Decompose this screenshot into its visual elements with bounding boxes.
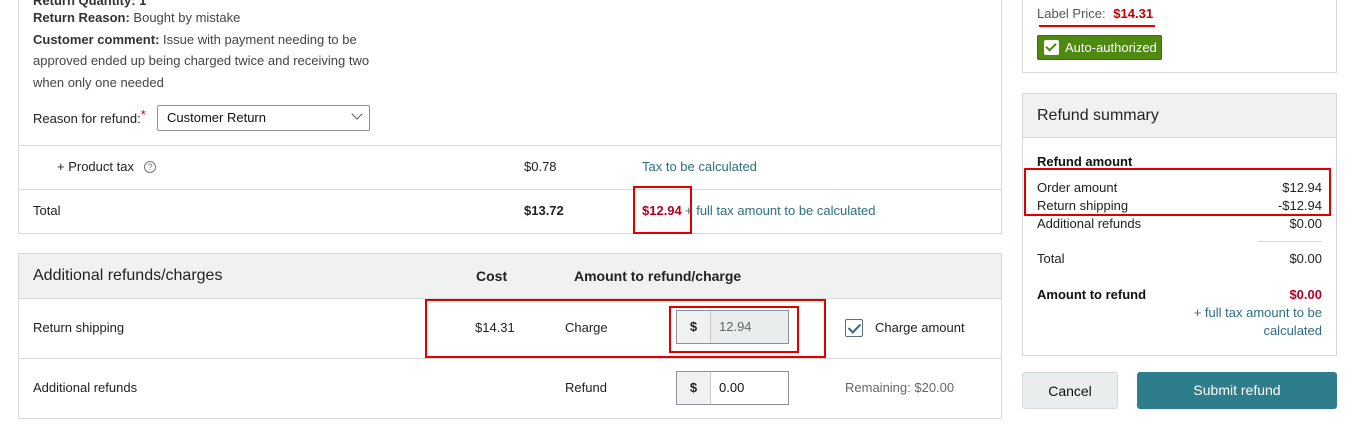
customer-comment-label: Customer comment:	[33, 32, 160, 47]
annotation-box	[1024, 168, 1331, 216]
summary-total-label: Total	[1037, 251, 1065, 266]
label-price-label: Label Price:	[1037, 6, 1106, 21]
divider	[18, 145, 1002, 146]
cancel-button[interactable]: Cancel	[1022, 372, 1118, 409]
column-cost: Cost	[476, 268, 508, 284]
additional-refunds-label: Additional refunds	[33, 380, 138, 395]
auto-authorized-badge: Auto-authorized	[1037, 35, 1162, 60]
additional-title: Additional refunds/charges	[33, 267, 223, 284]
annotation-underline	[1039, 25, 1155, 27]
product-tax-label: + Product tax	[57, 159, 134, 174]
additional-refunds-summary-label: Additional refunds	[1037, 216, 1142, 231]
additional-refunds-type: Refund	[565, 380, 607, 395]
currency-symbol: $	[677, 372, 711, 404]
refund-reason-select[interactable]: Customer Return	[157, 105, 370, 131]
annotation-box	[669, 306, 799, 353]
customer-comment-line2: approved ended up being charged twice an…	[33, 53, 370, 68]
divider	[18, 358, 1002, 359]
additional-refunds-amount-input[interactable]: $ 0.00	[676, 371, 789, 405]
submit-refund-button[interactable]: Submit refund	[1137, 372, 1337, 409]
refund-reason-label-text: Reason for refund:	[33, 111, 141, 126]
product-tax-amount: $0.78	[524, 159, 557, 174]
additional-refunds-amount-value: 0.00	[719, 380, 745, 395]
amount-to-refund-value: $0.00	[1289, 287, 1322, 302]
total-label: Total	[33, 203, 61, 218]
chevron-down-icon	[351, 108, 363, 120]
tax-note-line1: + full tax amount to be	[1193, 305, 1322, 320]
summary-divider	[1258, 241, 1322, 242]
charge-amount-label: Charge amount	[875, 320, 965, 335]
divider	[18, 189, 1002, 190]
check-icon	[1044, 40, 1059, 55]
product-tax-note: Tax to be calculated	[642, 159, 757, 174]
annotation-box	[633, 186, 692, 234]
required-mark: *	[140, 107, 146, 122]
amount-to-refund-label: Amount to refund	[1037, 287, 1147, 302]
refund-reason-label: Reason for refund:*	[33, 107, 146, 126]
help-icon[interactable]: ?	[144, 161, 156, 173]
refund-reason-selected: Customer Return	[167, 110, 266, 125]
customer-comment: Customer comment: Issue with payment nee…	[33, 29, 357, 50]
label-price: Label Price: $14.31	[1037, 6, 1153, 21]
auto-authorized-text: Auto-authorized	[1065, 40, 1157, 55]
return-reason-value: Bought by mistake	[133, 10, 241, 25]
return-reason-label: Return Reason:	[33, 10, 130, 25]
return-shipping-label: Return shipping	[33, 320, 125, 335]
customer-comment-line3: when only one needed	[33, 75, 164, 90]
total-amount: $13.72	[524, 203, 564, 218]
refund-amount-heading: Refund amount	[1037, 154, 1133, 169]
label-price-value: $14.31	[1113, 6, 1154, 21]
customer-comment-line1: Issue with payment needing to be	[163, 32, 357, 47]
column-amount: Amount to refund/charge	[574, 268, 742, 284]
remaining-amount: Remaining: $20.00	[845, 380, 955, 395]
summary-total-value: $0.00	[1289, 251, 1322, 266]
return-reason: Return Reason: Bought by mistake	[33, 7, 240, 28]
refund-summary-title: Refund summary	[1037, 107, 1159, 124]
additional-refunds-summary-value: $0.00	[1289, 216, 1322, 231]
total-tax-note: + full tax amount to be calculated	[685, 203, 876, 218]
charge-amount-checkbox[interactable]	[845, 319, 863, 337]
tax-note-line2: calculated	[1263, 323, 1322, 338]
